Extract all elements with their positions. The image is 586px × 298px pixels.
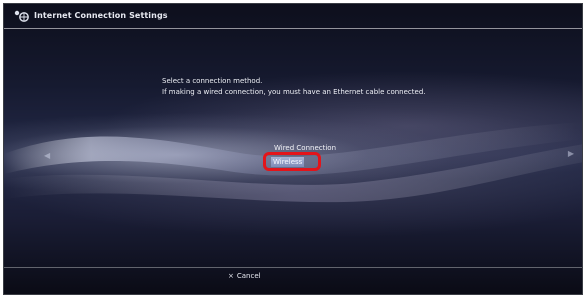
instructions: Select a connection method. If making a … [162, 76, 426, 98]
header-divider [4, 28, 582, 29]
instruction-line-1: Select a connection method. [162, 77, 263, 85]
arrow-left-icon[interactable]: ◀ [44, 151, 50, 160]
footer-divider [4, 267, 582, 268]
page-title: Internet Connection Settings [34, 11, 168, 20]
title-bar: Internet Connection Settings [4, 4, 582, 28]
cancel-button[interactable]: × Cancel [228, 272, 261, 280]
arrow-right-icon[interactable]: ▶ [568, 149, 574, 158]
cross-button-icon: × [228, 272, 234, 280]
ps3-screen: Internet Connection Settings Select a co… [3, 3, 583, 295]
instruction-line-2: If making a wired connection, you must h… [162, 88, 426, 96]
cancel-label: Cancel [236, 272, 261, 280]
option-wired-connection[interactable]: Wired Connection [274, 144, 336, 152]
network-settings-icon [14, 10, 29, 22]
option-wireless[interactable]: Wireless [271, 157, 305, 167]
